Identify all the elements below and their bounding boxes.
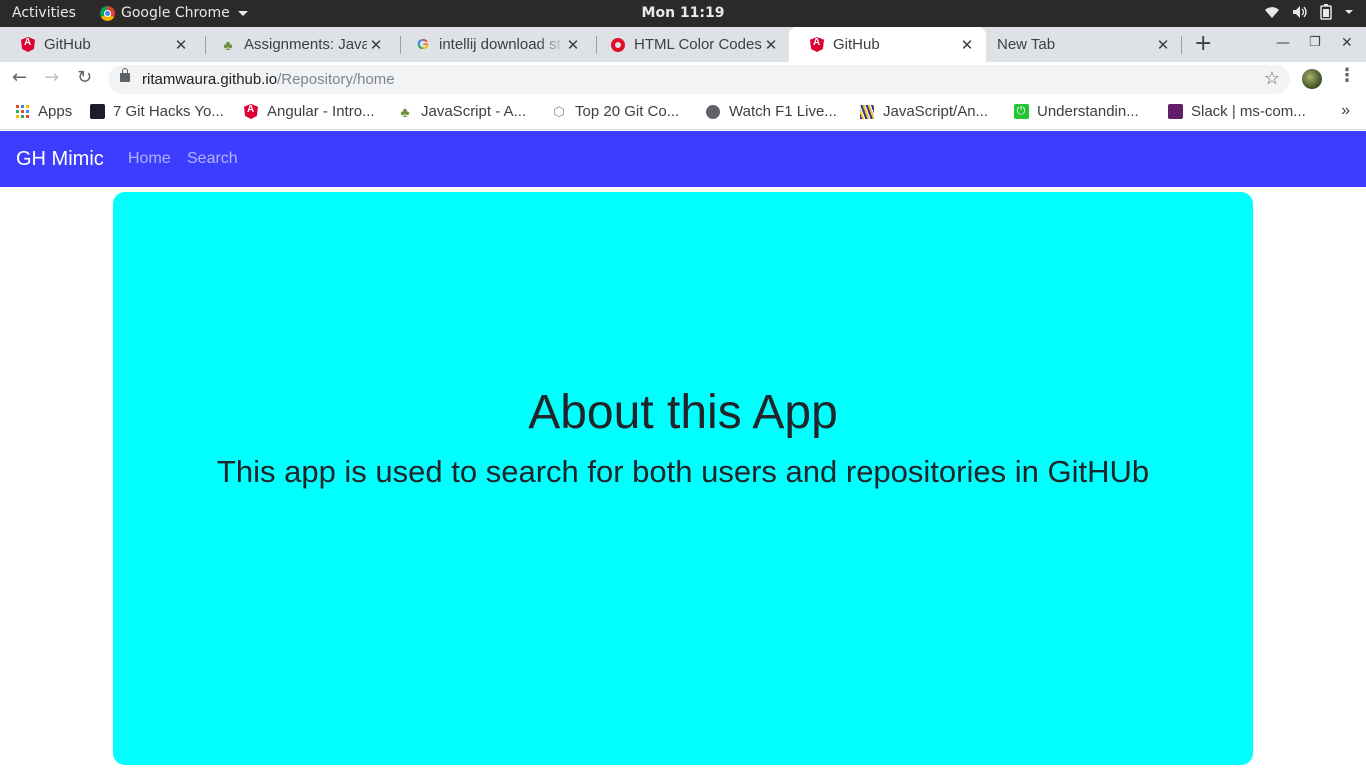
- bookmark-label: Watch F1 Live...: [729, 103, 837, 120]
- browser-toolbar: ← → ↻ ritamwaura.github.io/Repository/ho…: [0, 62, 1366, 96]
- activities-button[interactable]: Activities: [12, 5, 76, 21]
- tab-title: HTML Color Codes: [634, 36, 762, 53]
- tab-strip: GitHub ✕ ♣ Assignments: Java ✕ G intelli…: [0, 27, 1366, 62]
- url-domain: ritamwaura.github.io: [142, 71, 278, 88]
- window-close-icon[interactable]: ✕: [1341, 35, 1353, 51]
- bookmark-label: 7 Git Hacks Yo...: [113, 103, 224, 120]
- tree-icon: ♣: [223, 36, 233, 53]
- navbar-brand[interactable]: GH Mimic: [16, 148, 104, 171]
- bookmark-label: Top 20 Git Co...: [575, 103, 680, 120]
- bookmark-label: Angular - Intro...: [267, 103, 375, 120]
- url-path: /Repository/home: [277, 71, 395, 88]
- angular-icon: [244, 104, 258, 119]
- close-icon[interactable]: ✕: [762, 36, 780, 54]
- tree-icon: ♣: [400, 103, 410, 120]
- battery-icon: [1320, 4, 1332, 20]
- close-icon[interactable]: ✕: [1154, 36, 1172, 54]
- tab-github-1[interactable]: GitHub ✕: [0, 27, 200, 62]
- tab-github-active[interactable]: GitHub ✕: [789, 27, 986, 62]
- hexagon-icon: ⬡: [553, 103, 565, 119]
- minimize-icon[interactable]: —: [1276, 35, 1290, 51]
- tab-html-color-codes[interactable]: HTML Color Codes ✕: [590, 27, 790, 62]
- tab-title: Assignments: Java: [244, 36, 367, 53]
- address-bar[interactable]: ritamwaura.github.io/Repository/home ☆: [108, 65, 1290, 94]
- tab-title: GitHub: [833, 36, 880, 53]
- bookmark-top-20-git[interactable]: ⬡ Top 20 Git Co...: [551, 103, 679, 120]
- bookmark-angular-intro[interactable]: Angular - Intro...: [243, 103, 375, 120]
- globe-icon: [705, 104, 721, 120]
- app-menu-label: Google Chrome: [121, 5, 230, 21]
- tab-intellij-download[interactable]: G intellij download st ✕: [395, 27, 592, 62]
- profile-avatar[interactable]: [1302, 69, 1322, 89]
- about-description: This app is used to search for both user…: [216, 454, 1150, 489]
- green-power-icon: ⏻: [1013, 104, 1029, 120]
- forward-arrow-icon[interactable]: →: [44, 67, 59, 88]
- bookmark-apps[interactable]: Apps: [14, 103, 72, 120]
- apps-grid-icon: [14, 104, 30, 120]
- bookmark-javascript-a[interactable]: ♣ JavaScript - A...: [397, 103, 526, 120]
- bookmark-label: JavaScript/An...: [883, 103, 989, 120]
- bookmark-slack[interactable]: Slack | ms-com...: [1167, 103, 1306, 120]
- bookmark-javascript-an[interactable]: JavaScript/An...: [859, 103, 988, 120]
- tab-title: intellij download st: [439, 36, 561, 53]
- more-bookmarks-icon[interactable]: »: [1341, 102, 1350, 120]
- close-icon[interactable]: ✕: [564, 36, 582, 54]
- bookmarks-bar: Apps 7 Git Hacks Yo... Angular - Intro..…: [0, 96, 1366, 130]
- wifi-icon: [1265, 7, 1279, 18]
- system-top-bar: Activities Google Chrome Mon 11:19: [0, 0, 1366, 27]
- tab-assignments-java[interactable]: ♣ Assignments: Java ✕: [200, 27, 395, 62]
- system-tray[interactable]: [1264, 4, 1354, 20]
- bookmark-label: Apps: [38, 103, 73, 120]
- close-icon[interactable]: ✕: [958, 36, 976, 54]
- bookmark-label: Slack | ms-com...: [1191, 103, 1306, 120]
- tab-title: GitHub: [44, 36, 91, 53]
- angular-icon: [810, 37, 824, 52]
- bookmark-git-hacks[interactable]: 7 Git Hacks Yo...: [89, 103, 224, 120]
- bookmark-understanding[interactable]: ⏻ Understandin...: [1013, 103, 1139, 120]
- site-navbar: GH Mimic Home Search: [0, 131, 1366, 187]
- angular-icon: [21, 37, 35, 52]
- tab-title: New Tab: [997, 36, 1056, 53]
- nav-link-home[interactable]: Home: [128, 150, 171, 168]
- chrome-icon: [100, 5, 115, 21]
- tab-divider: [1181, 36, 1182, 54]
- new-tab-button[interactable]: +: [1194, 33, 1212, 55]
- slack-icon: [1167, 104, 1183, 120]
- back-arrow-icon[interactable]: ←: [12, 67, 27, 88]
- url-text[interactable]: ritamwaura.github.io/Repository/home: [142, 71, 395, 88]
- bookmark-label: JavaScript - A...: [421, 103, 527, 120]
- close-icon[interactable]: ✕: [367, 36, 385, 54]
- reload-icon[interactable]: ↻: [77, 67, 92, 88]
- bookmark-watch-f1[interactable]: Watch F1 Live...: [705, 103, 837, 120]
- about-card: About this App This app is used to searc…: [113, 192, 1253, 765]
- volume-icon: [1293, 6, 1307, 18]
- app-menu[interactable]: Google Chrome: [100, 5, 248, 21]
- system-clock[interactable]: Mon 11:19: [642, 5, 725, 21]
- stripes-icon: [859, 104, 875, 120]
- lock-icon: [120, 68, 130, 82]
- close-icon[interactable]: ✕: [172, 36, 190, 54]
- chevron-down-icon: [237, 10, 248, 16]
- dark-square-icon: [89, 104, 105, 120]
- red-ring-icon: [611, 37, 625, 52]
- google-icon: G: [417, 36, 429, 53]
- nav-link-search[interactable]: Search: [187, 150, 238, 168]
- menu-kebab-icon[interactable]: ⋮: [1338, 65, 1356, 86]
- restore-icon[interactable]: ❐: [1309, 35, 1321, 50]
- bookmark-label: Understandin...: [1037, 103, 1139, 120]
- about-heading: About this App: [528, 386, 838, 439]
- power-menu-chevron-icon: [1345, 10, 1353, 14]
- tab-new-tab[interactable]: New Tab ✕: [977, 27, 1182, 62]
- bookmark-star-icon[interactable]: ☆: [1264, 68, 1280, 89]
